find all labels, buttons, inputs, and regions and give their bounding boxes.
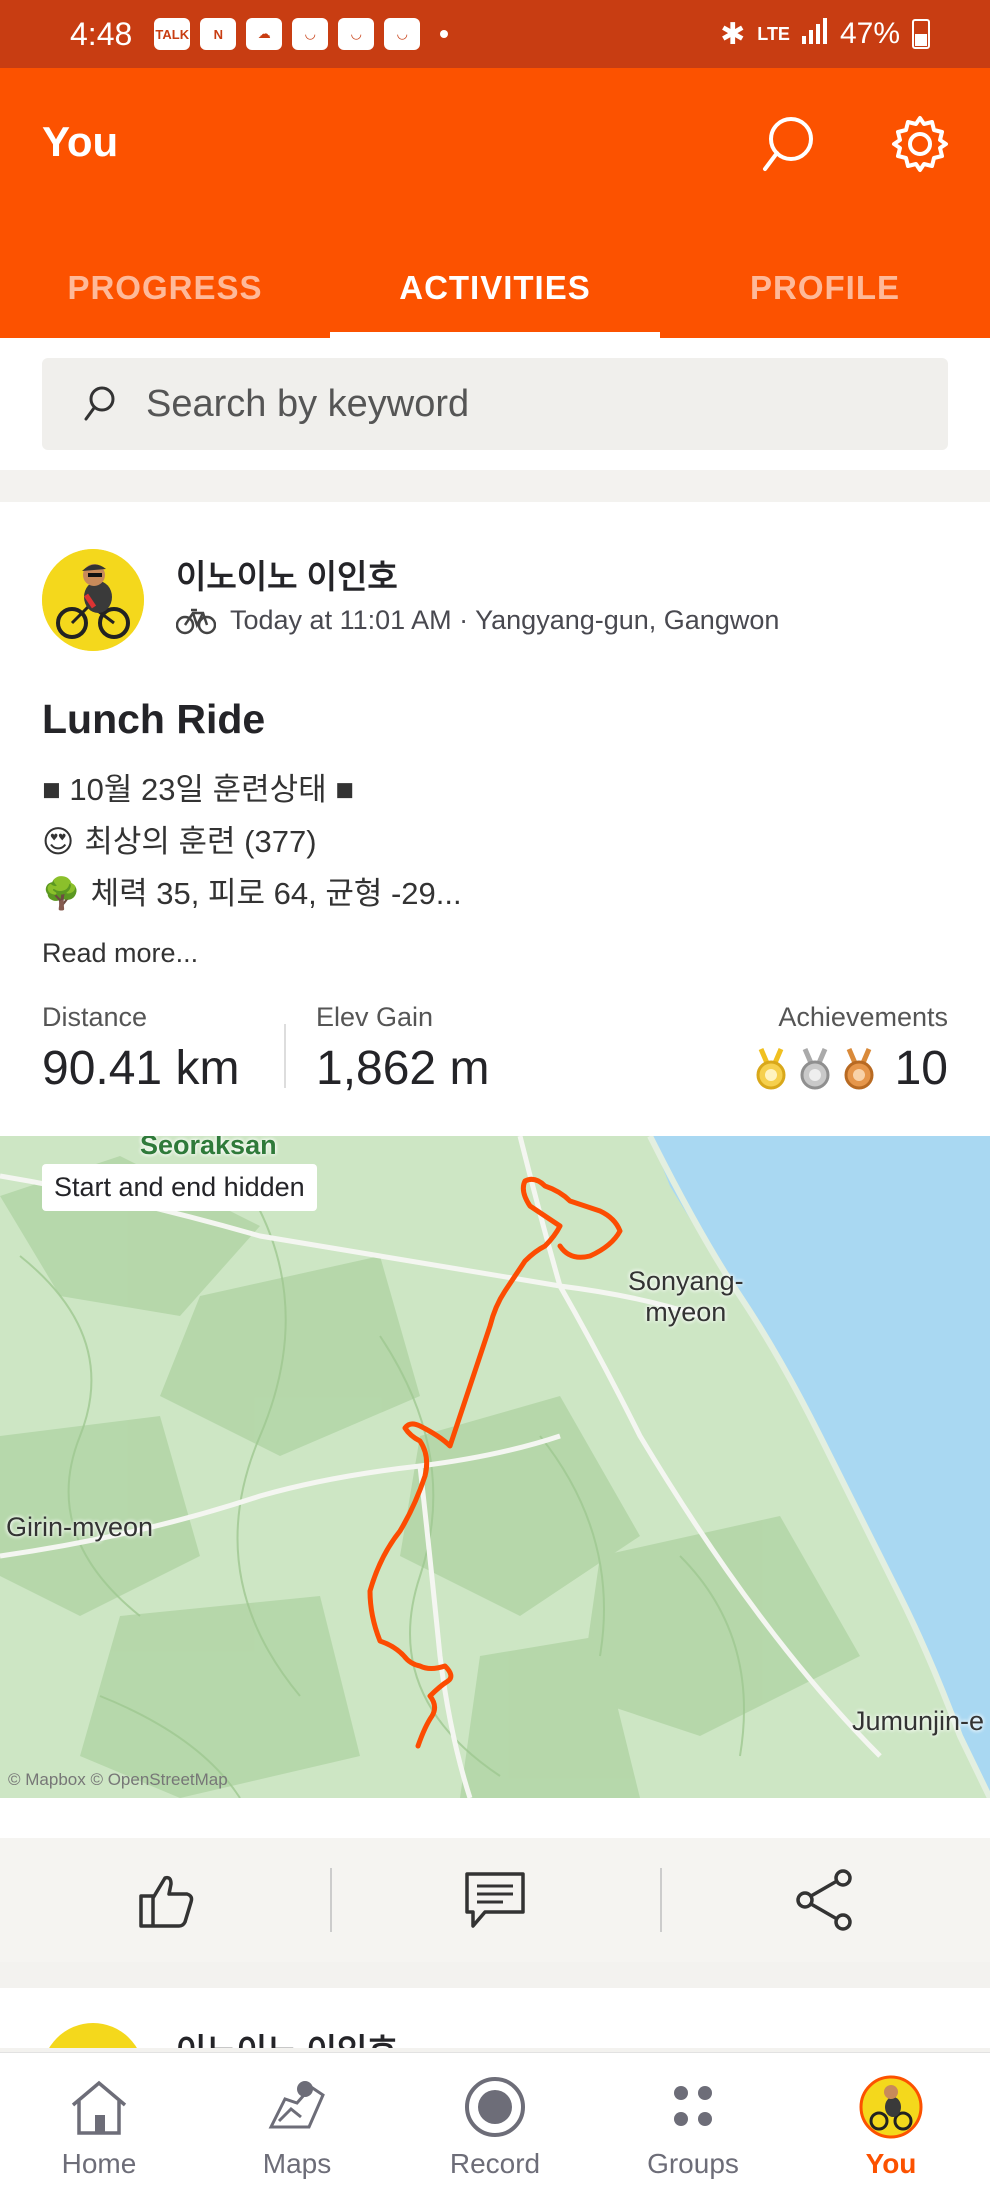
athlete-avatar[interactable] — [42, 2023, 144, 2048]
gold-medal-icon — [756, 1047, 786, 1089]
description-line: 🌳 체력 35, 피로 64, 균형 -29... — [42, 868, 462, 920]
share-icon — [796, 1869, 852, 1931]
status-bar: 4:48 TALK N ☁ ◡ ◡ ◡ ✱ LTE 47% — [0, 0, 990, 68]
achievements-label: Achievements — [778, 1002, 948, 1032]
activity-meta: Today at 11:01 AM · Yangyang-gun, Gangwo… — [176, 605, 779, 636]
route-map-image — [0, 1136, 990, 1798]
map-icon — [264, 2074, 330, 2140]
nav-you-label: You — [865, 2147, 917, 2179]
search-icon — [84, 386, 115, 421]
stat-divider — [284, 1024, 286, 1088]
signal-icon — [801, 16, 828, 52]
record-icon — [462, 2074, 528, 2140]
nav-record-label: Record — [449, 2147, 541, 2179]
app-notification-icon: ◡ — [338, 18, 375, 50]
kakaotalk-notification-icon: TALK — [154, 18, 191, 50]
comment-icon — [465, 1872, 525, 1928]
athlete-name[interactable]: 이노이노 이인호 — [176, 2024, 398, 2048]
elev-gain-label: Elev Gain — [316, 1002, 434, 1032]
map-attribution[interactable]: © Mapbox © OpenStreetMap — [8, 1770, 228, 1790]
elev-gain-value: 1,862 m — [316, 1042, 490, 1095]
achievements-count: 10 — [894, 1042, 948, 1095]
nav-maps[interactable]: Maps — [198, 2053, 396, 2200]
app-header: You PROGRESS ACTIVITIES PROFILE — [0, 68, 990, 338]
map-label-sonyang: Sonyang- myeon — [628, 1266, 744, 1327]
comment-button[interactable] — [330, 1838, 660, 1962]
search-section: Search by keyword — [0, 338, 990, 470]
groups-icon — [660, 2074, 726, 2140]
bronze-medal-icon — [844, 1047, 874, 1089]
tree-emoji: 🌳 — [42, 876, 81, 911]
activity-stats: Distance 90.41 km Elev Gain 1,862 m Achi… — [0, 1002, 990, 1095]
activity-time-location: Today at 11:01 AM · Yangyang-gun, Gangwo… — [230, 605, 780, 635]
nav-you[interactable]: You — [792, 2053, 990, 2200]
tab-activities[interactable]: ACTIVITIES — [330, 238, 660, 338]
nav-groups[interactable]: Groups — [594, 2053, 792, 2200]
distance-label: Distance — [42, 1002, 148, 1032]
more-notifications-dot — [440, 30, 449, 38]
thumbs-up-icon — [139, 1875, 194, 1928]
nav-home[interactable]: Home — [0, 2053, 198, 2200]
description-line: 😍 최상의 훈련 (377) — [42, 816, 462, 868]
distance-stat: Distance 90.41 km — [42, 1002, 239, 1096]
page-title: You — [42, 118, 119, 165]
heart-eyes-emoji: 😍 — [42, 824, 75, 859]
map-label-seoraksan: Seoraksan — [140, 1136, 277, 1160]
lte-indicator: LTE — [757, 24, 790, 44]
settings-button[interactable] — [884, 108, 956, 180]
app-notification-icon: ◡ — [384, 18, 421, 50]
activity-description: ■ 10월 23일 훈련상태 ■ 😍 최상의 훈련 (377) 🌳 체력 35, 피… — [42, 764, 462, 920]
app-notification-icon: ◡ — [292, 18, 329, 50]
search-icon — [763, 117, 813, 171]
status-time: 4:48 — [70, 15, 133, 52]
battery-level: 47% — [839, 17, 900, 50]
tab-progress[interactable]: PROGRESS — [0, 238, 330, 338]
tab-bar: PROGRESS ACTIVITIES PROFILE — [0, 238, 990, 338]
achievements-stat[interactable]: Achievements 10 — [753, 1002, 948, 1096]
bluetooth-icon: ✱ — [720, 17, 746, 51]
activity-card[interactable]: 이노이노 이인호 Today at 11:01 AM · Yangyang-gu… — [0, 502, 990, 1962]
activity-title[interactable]: Lunch Ride — [42, 696, 265, 743]
map-label-girin: Girin-myeon — [6, 1512, 154, 1542]
home-icon — [66, 2074, 132, 2140]
share-button[interactable] — [660, 1838, 990, 1962]
start-end-hidden-badge: Start and end hidden — [42, 1164, 317, 1211]
nav-groups-label: Groups — [647, 2147, 739, 2179]
chat-notification-icon: ☁ — [246, 18, 283, 50]
nav-record[interactable]: Record — [396, 2053, 594, 2200]
nav-maps-label: Maps — [262, 2147, 332, 2179]
activity-actions — [0, 1838, 990, 1962]
map-label-jumunjin: Jumunjin-e — [852, 1706, 985, 1736]
bottom-navigation: Home Maps Record Groups You — [0, 2052, 990, 2200]
elev-gain-stat: Elev Gain 1,862 m — [316, 1002, 489, 1096]
search-button[interactable] — [752, 108, 824, 180]
distance-value: 90.41 km — [42, 1042, 240, 1095]
read-more-link[interactable]: Read more... — [42, 938, 198, 969]
naver-notification-icon: N — [200, 18, 237, 50]
nav-home-label: Home — [61, 2147, 137, 2179]
next-activity-card[interactable]: 이노이노 이인호 — [0, 1988, 990, 2048]
athlete-avatar[interactable] — [42, 549, 144, 651]
avatar-icon — [858, 2074, 924, 2140]
battery-icon — [912, 19, 930, 49]
description-line: ■ 10월 23일 훈련상태 ■ — [42, 772, 354, 807]
kudos-button[interactable] — [0, 1838, 330, 1962]
tab-profile[interactable]: PROFILE — [660, 238, 990, 338]
search-input[interactable]: Search by keyword — [42, 358, 948, 450]
activity-map[interactable]: Start and end hidden Seoraksan Sonyang- … — [0, 1136, 990, 1798]
athlete-name[interactable]: 이노이노 이인호 — [176, 550, 398, 598]
gear-icon — [892, 116, 948, 172]
silver-medal-icon — [800, 1047, 830, 1089]
bike-icon — [176, 608, 216, 634]
search-placeholder: Search by keyword — [146, 382, 470, 425]
